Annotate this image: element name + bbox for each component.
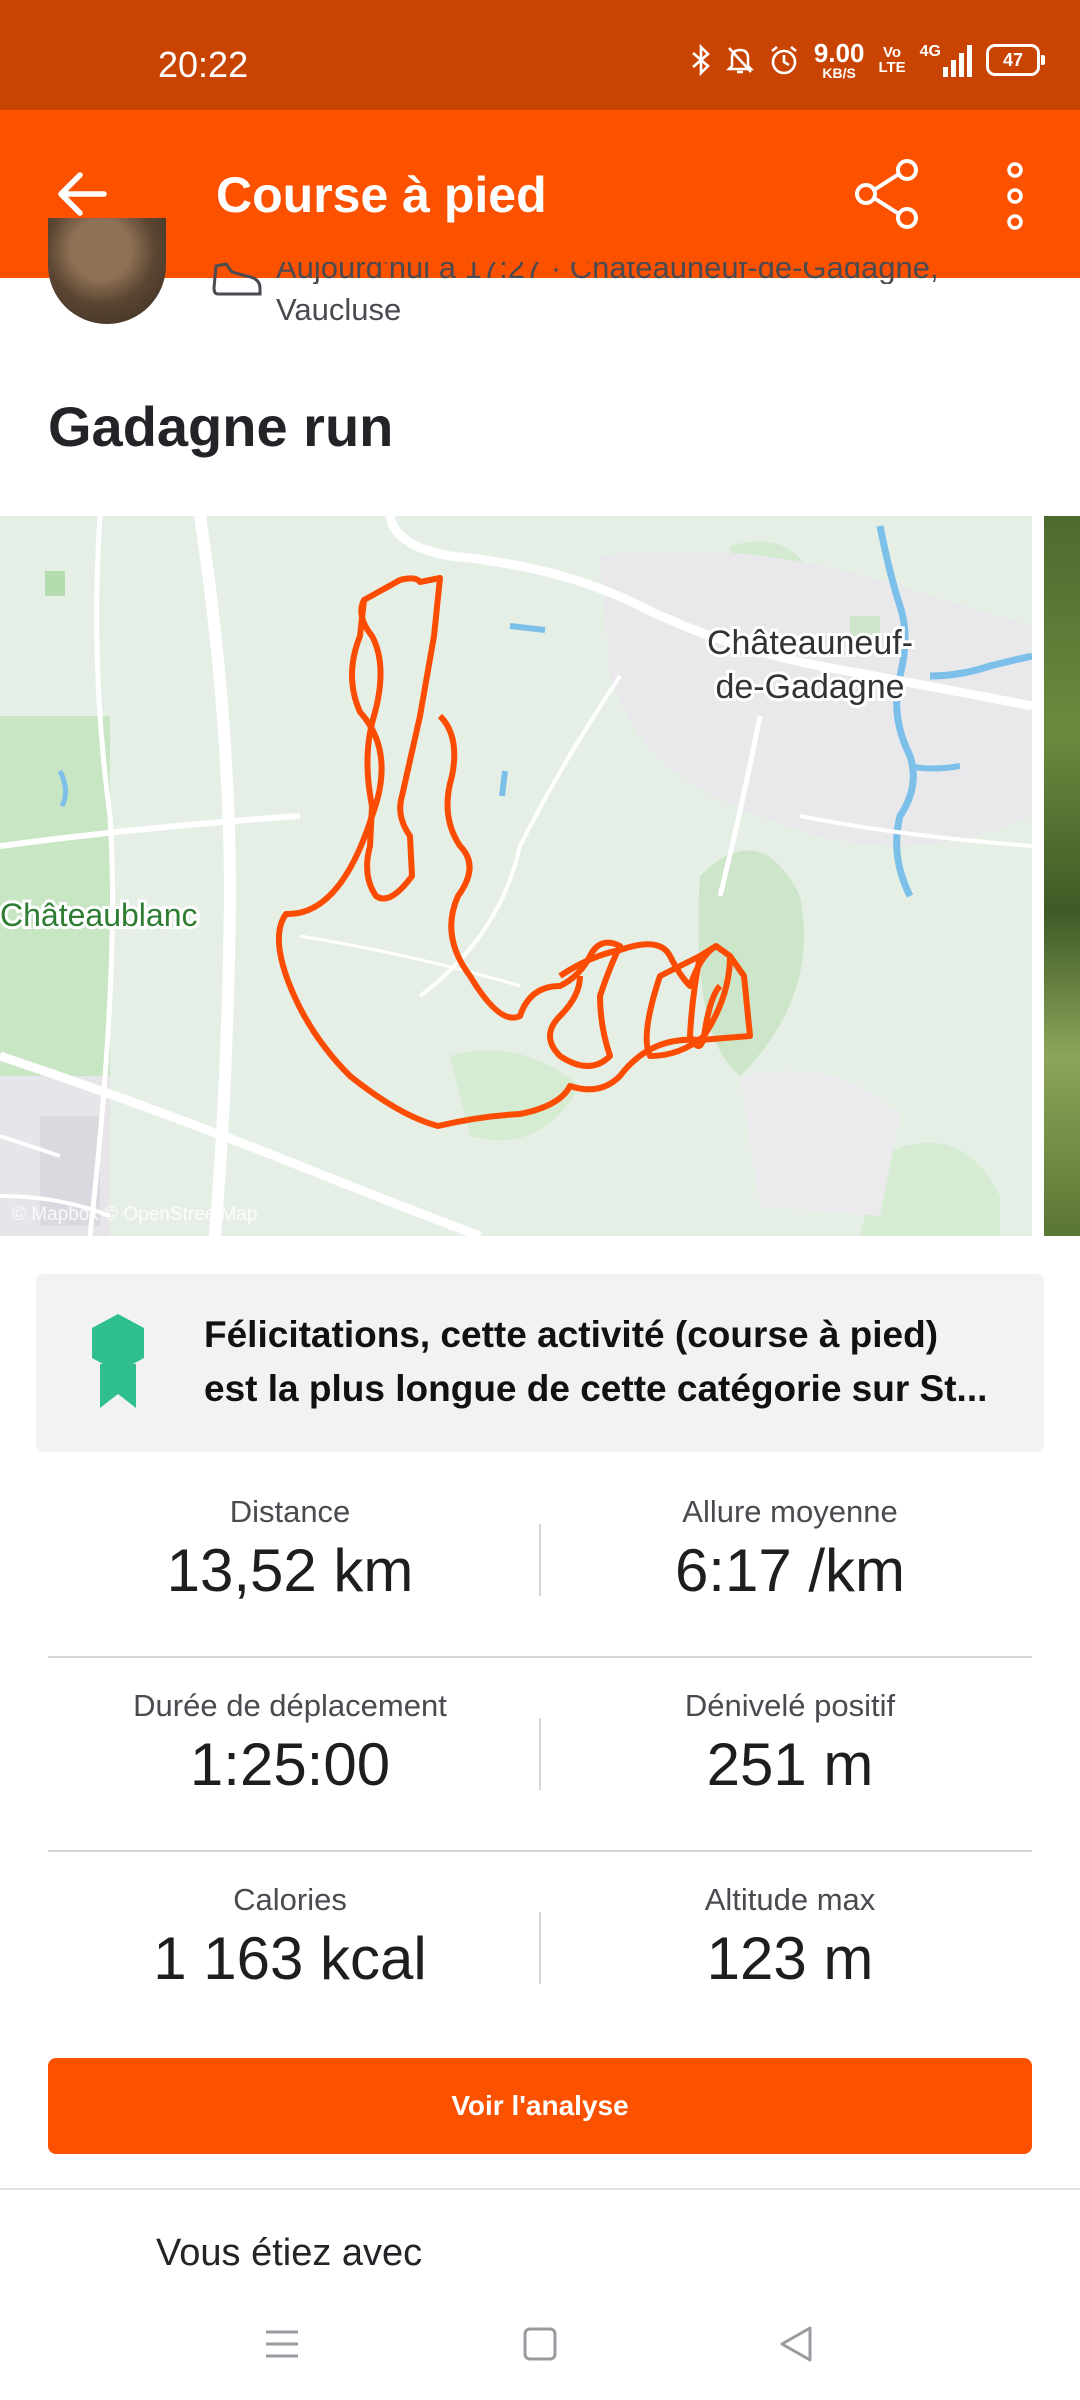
stat-elevation-gain: Dénivelé positif 251 m [684, 1688, 896, 1798]
map-attribution: © Mapbox © OpenStreetMap [12, 1204, 258, 1225]
back-triangle-icon[interactable] [776, 2324, 816, 2364]
achievement-text: Félicitations, cette activité (course à … [204, 1314, 988, 1409]
stat-calories: Calories 1 163 kcal [153, 1882, 427, 1992]
row-divider [48, 1656, 1032, 1658]
system-nav-bar [0, 2280, 1080, 2400]
map-town-label: Châteauneuf- [707, 624, 913, 662]
mute-icon [725, 47, 754, 74]
signal-icon: 4G [920, 43, 972, 77]
row-divider [48, 1850, 1032, 1852]
menu-icon[interactable] [262, 2324, 302, 2364]
achievement-badge-icon [92, 1314, 144, 1408]
more-vert-icon[interactable] [1000, 158, 1030, 234]
back-arrow-icon[interactable] [52, 164, 112, 224]
route-map[interactable]: Châteauneuf- de-Gadagne Châteaublanc [0, 516, 1032, 1236]
shoe-icon [212, 262, 262, 296]
home-square-icon[interactable] [520, 2324, 560, 2364]
with-section-title: Vous étiez avec [156, 2232, 423, 2268]
stat-average-pace: Allure moyenne 6:17 /km [674, 1494, 906, 1604]
volte-indicator: Vo LTE [878, 44, 906, 76]
alarm-icon [771, 45, 797, 75]
activity-meta: Aujourd'hui à 17:27 · Châteauneuf-de-Gad… [276, 262, 939, 327]
view-analysis-button[interactable]: Voir l'analyse [48, 2058, 1032, 2154]
activity-title: Gadagne run [48, 395, 394, 458]
stat-moving-time: Durée de déplacement 1:25:00 [133, 1688, 447, 1798]
section-divider [0, 2188, 1080, 2190]
network-type: 4G [919, 43, 941, 60]
share-icon[interactable] [850, 156, 926, 232]
status-time: 20:22 [158, 44, 249, 85]
network-speed: 9.00 KB/S [813, 38, 865, 81]
page-title: Course à pied [216, 167, 547, 223]
map-place-label: Châteaublanc [0, 897, 197, 933]
stat-max-altitude: Altitude max 123 m [704, 1882, 876, 1992]
avatar[interactable] [48, 218, 166, 324]
stat-distance: Distance 13,52 km [166, 1494, 414, 1604]
bluetooth-icon [691, 44, 710, 76]
status-bar: 20:22 9.00 KB/S Vo LTE 4G 47 [0, 0, 1080, 110]
activity-photo[interactable] [1044, 516, 1080, 1236]
map-town-label-2: de-Gadagne [715, 668, 904, 706]
status-icons: 9.00 KB/S Vo LTE 4G 47 [690, 38, 1045, 81]
battery-icon: 47 [986, 44, 1045, 76]
